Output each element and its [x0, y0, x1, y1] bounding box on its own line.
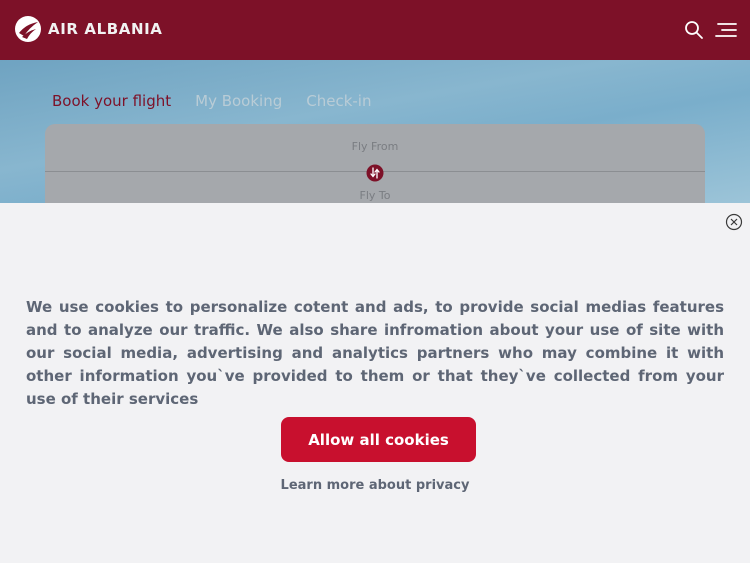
fly-to-field[interactable]: Fly To: [0, 189, 750, 202]
air-albania-logo-icon: [15, 16, 41, 42]
menu-icon[interactable]: [714, 20, 738, 40]
site-header: AIR ALBANIA: [0, 0, 750, 60]
search-icon[interactable]: [684, 20, 704, 40]
tab-book-your-flight[interactable]: Book your flight: [52, 92, 171, 110]
learn-more-privacy-link[interactable]: Learn more about privacy: [0, 478, 750, 493]
brand-logo[interactable]: AIR ALBANIA: [14, 15, 163, 43]
allow-all-cookies-button[interactable]: Allow all cookies: [281, 417, 476, 462]
brand-name: AIR ALBANIA: [48, 20, 163, 38]
fly-from-field[interactable]: Fly From: [0, 140, 750, 153]
booking-tabs: Book your flight My Booking Check-in: [52, 92, 371, 110]
tab-my-booking[interactable]: My Booking: [195, 92, 282, 110]
swap-icon[interactable]: [366, 164, 384, 182]
cookie-message: We use cookies to personalize cotent and…: [26, 298, 724, 408]
tab-check-in[interactable]: Check-in: [306, 92, 371, 110]
close-icon[interactable]: [725, 213, 743, 231]
